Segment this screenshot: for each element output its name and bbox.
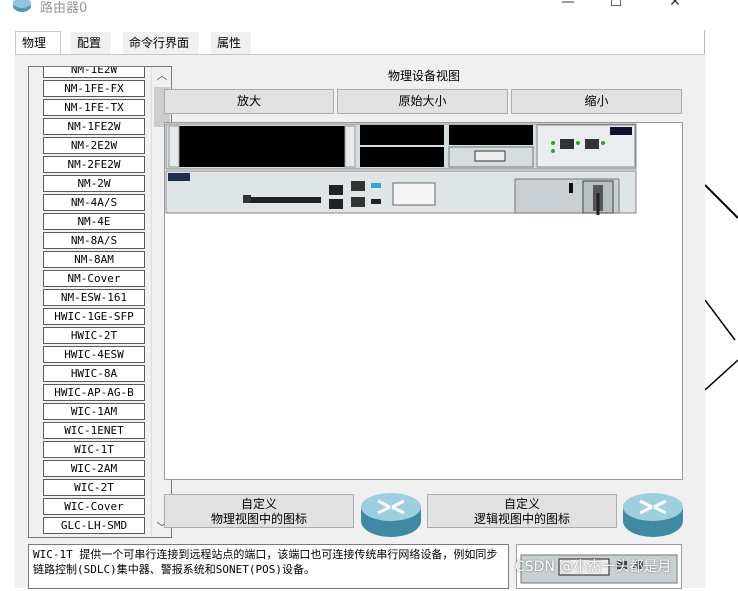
router-logical-icon bbox=[623, 493, 683, 537]
module-item[interactable]: NM-1E2W bbox=[43, 67, 145, 78]
module-item[interactable]: WIC-1T bbox=[43, 441, 145, 458]
module-item[interactable]: NM-2E2W bbox=[43, 137, 145, 154]
tab-config[interactable]: 配置 bbox=[71, 32, 111, 54]
module-item[interactable]: WIC-Cover bbox=[43, 498, 145, 515]
close-button[interactable]: ✕ bbox=[652, 0, 698, 16]
module-list[interactable]: NM-1E2W NM-1FE-FX NM-1FE-TX NM-1FE2W NM-… bbox=[28, 66, 172, 538]
module-item[interactable]: NM-1FE-TX bbox=[43, 99, 145, 116]
module-item[interactable]: NM-2W bbox=[43, 175, 145, 192]
module-item[interactable]: NM-1FE2W bbox=[43, 118, 145, 135]
minimize-button[interactable]: — bbox=[545, 0, 591, 16]
csdn-watermark: CSDN @小杰一头都是月 bbox=[515, 559, 672, 575]
module-item[interactable]: HWIC-1GE-SFP bbox=[43, 308, 145, 325]
title-bar: 路由器0 — ☐ ✕ bbox=[0, 0, 705, 30]
module-item[interactable]: NM-ESW-161 bbox=[43, 289, 145, 306]
physical-panel: NM-1E2W NM-1FE-FX NM-1FE-TX NM-1FE2W NM-… bbox=[15, 54, 705, 589]
custom-logical-line2: 逻辑视图中的图标 bbox=[473, 512, 570, 526]
physical-device-canvas[interactable] bbox=[164, 122, 683, 480]
module-item[interactable]: NM-2FE2W bbox=[43, 156, 145, 173]
custom-physical-line1: 自定义 bbox=[240, 497, 277, 511]
module-item[interactable]: WIC-2AM bbox=[43, 460, 145, 477]
tab-cli[interactable]: 命令行界面 bbox=[123, 32, 199, 54]
router-device-image[interactable] bbox=[165, 123, 683, 480]
physical-view-title: 物理设备视图 bbox=[387, 69, 460, 83]
module-item[interactable]: WIC-2T bbox=[43, 479, 145, 496]
tab-attributes[interactable]: 属性 bbox=[211, 32, 251, 54]
custom-logical-icon-button[interactable]: 自定义 逻辑视图中的图标 bbox=[427, 494, 617, 528]
window-title: 路由器0 bbox=[40, 1, 88, 16]
module-item[interactable]: HWIC-4ESW bbox=[43, 346, 145, 363]
module-item[interactable]: NM-8A/S bbox=[43, 232, 145, 249]
zoom-out-button[interactable]: 缩小 bbox=[511, 89, 682, 114]
desktop-lines bbox=[705, 184, 738, 391]
module-item[interactable]: WIC-1AM bbox=[43, 403, 145, 420]
module-item[interactable]: HWIC-AP-AG-B bbox=[43, 384, 145, 401]
module-item[interactable]: NM-8AM bbox=[43, 251, 145, 268]
module-item[interactable]: HWIC-2T bbox=[43, 327, 145, 344]
custom-logical-line1: 自定义 bbox=[503, 497, 540, 511]
module-item[interactable]: NM-4E bbox=[43, 213, 145, 230]
zoom-in-button[interactable]: 放大 bbox=[164, 89, 334, 114]
custom-physical-icon-button[interactable]: 自定义 物理视图中的图标 bbox=[164, 494, 354, 528]
module-description: WIC-1T 提供一个可串行连接到远程站点的端口，该端口也可连接传统串行网络设备… bbox=[28, 544, 509, 589]
module-item[interactable]: NM-Cover bbox=[43, 270, 145, 287]
router-app-icon bbox=[13, 0, 31, 12]
module-item[interactable]: HWIC-8A bbox=[43, 365, 145, 382]
router-window: 路由器0 — ☐ ✕ 物理 配置 命令行界面 属性 NM-1E2W NM-1FE… bbox=[0, 0, 705, 589]
tab-physical[interactable]: 物理 bbox=[15, 31, 61, 55]
module-item[interactable]: GLC-LH-SMD bbox=[43, 517, 145, 534]
original-size-button[interactable]: 原始大小 bbox=[337, 89, 508, 114]
module-list-body: NM-1E2W NM-1FE-FX NM-1FE-TX NM-1FE2W NM-… bbox=[29, 67, 152, 537]
router-physical-icon bbox=[361, 493, 421, 537]
desktop-background bbox=[705, 0, 738, 588]
module-item[interactable]: NM-1FE-FX bbox=[43, 80, 145, 97]
custom-physical-line2: 物理视图中的图标 bbox=[210, 512, 307, 526]
module-item[interactable]: NM-4A/S bbox=[43, 194, 145, 211]
module-item[interactable]: WIC-1ENET bbox=[43, 422, 145, 439]
maximize-button[interactable]: ☐ bbox=[593, 0, 639, 16]
